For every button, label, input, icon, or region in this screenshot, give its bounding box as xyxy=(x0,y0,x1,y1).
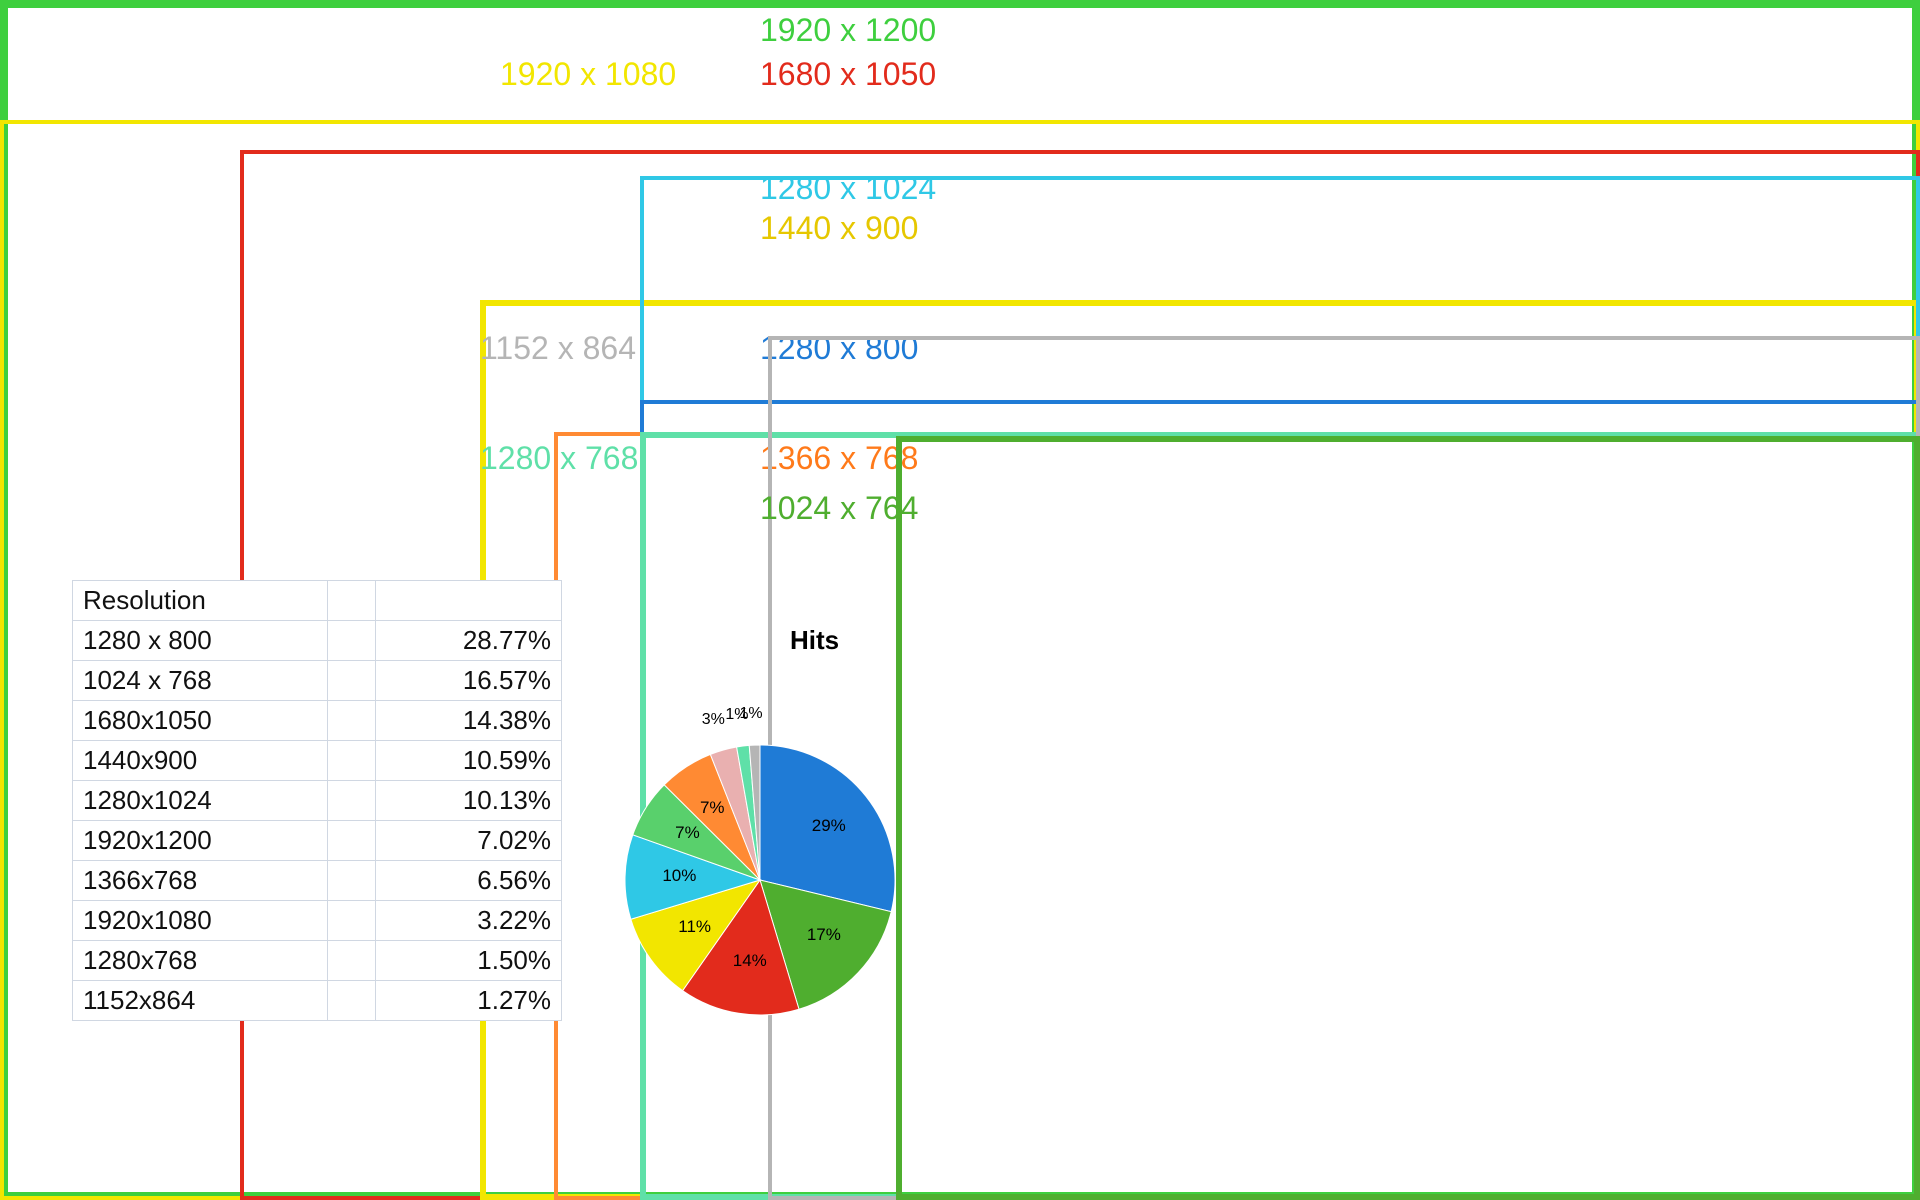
table-row: 1680x1050 14.38% xyxy=(73,701,562,741)
box-1024x764 xyxy=(896,436,1920,1200)
pie-title: Hits xyxy=(790,625,839,656)
table-row: 1920x1080 3.22% xyxy=(73,901,562,941)
pie-slice-label: 1% xyxy=(739,705,762,723)
pie-slice-label: 17% xyxy=(807,925,841,945)
table-row: 1280x768 1.50% xyxy=(73,941,562,981)
table-row: 1440x900 10.59% xyxy=(73,741,562,781)
pie-slice-label: 11% xyxy=(678,917,711,937)
table-row: 1280 x 800 28.77% xyxy=(73,621,562,661)
table-row: 1152x864 1.27% xyxy=(73,981,562,1021)
pie-slice-label: 7% xyxy=(700,798,725,818)
box-1680x1050-label: 1680 x 1050 xyxy=(760,56,936,93)
box-1024x764-label: 1024 x 764 xyxy=(760,490,918,527)
box-1280x1024-label: 1280 x 1024 xyxy=(760,170,936,207)
box-1152x864-label: 1152 x 864 xyxy=(480,330,636,367)
pie-slice-label: 29% xyxy=(812,816,846,836)
pie-slice-label: 7% xyxy=(675,823,700,843)
table-row: 1920x1200 7.02% xyxy=(73,821,562,861)
pie-slice-label: 10% xyxy=(662,866,696,886)
table-row: 1366x768 6.56% xyxy=(73,861,562,901)
box-1920x1080-label: 1920 x 1080 xyxy=(500,56,676,93)
table-row: 1280x1024 10.13% xyxy=(73,781,562,821)
table-row: 1024 x 768 16.57% xyxy=(73,661,562,701)
box-1280x768-label: 1280 x 768 xyxy=(480,440,638,477)
table-header-resolution: Resolution xyxy=(73,581,328,621)
pie-slice-label: 3% xyxy=(702,711,725,729)
pie-slice-label: 14% xyxy=(733,951,767,971)
box-1920x1200-label: 1920 x 1200 xyxy=(760,12,936,49)
resolution-table: Resolution 1280 x 800 28.77%1024 x 768 1… xyxy=(72,580,562,1021)
